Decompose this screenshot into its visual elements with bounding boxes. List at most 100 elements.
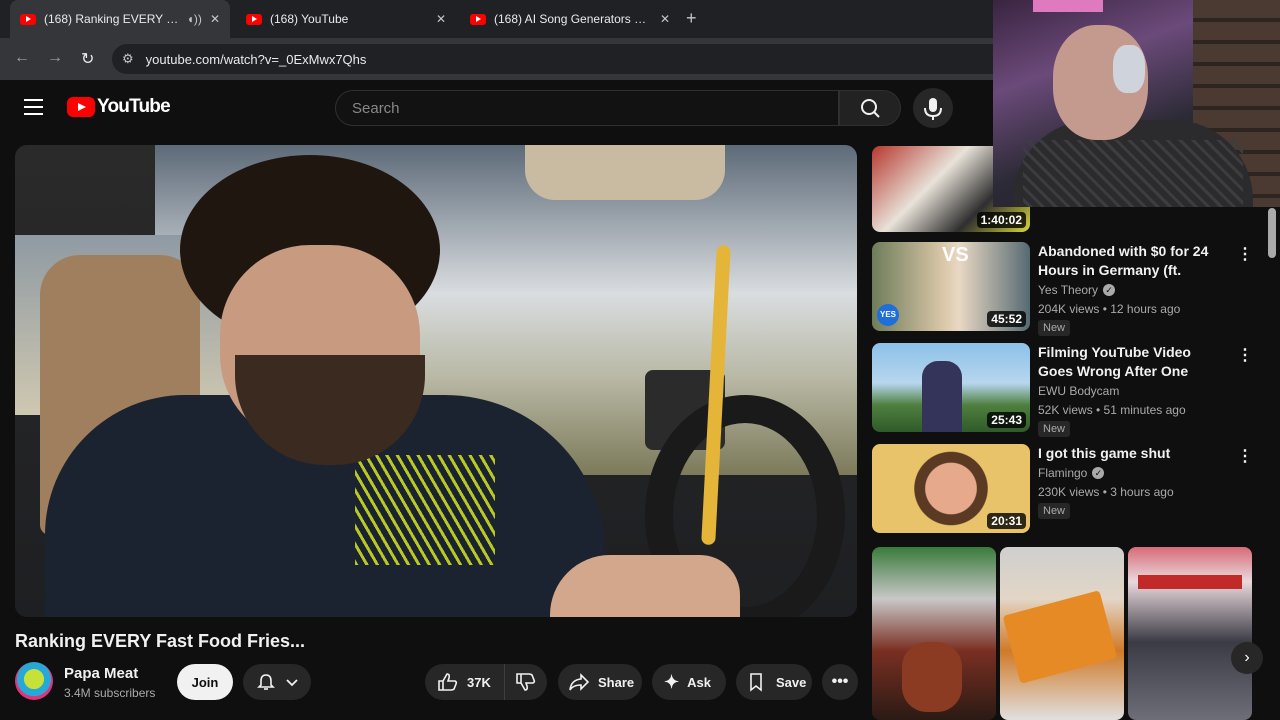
shorts-next-button[interactable]: › bbox=[1231, 642, 1263, 674]
webcam-overlay bbox=[993, 0, 1280, 207]
short-thumbnail[interactable] bbox=[1128, 547, 1252, 720]
back-button[interactable]: ← bbox=[14, 49, 30, 67]
video-title: Ranking EVERY Fast Food Fries... bbox=[15, 631, 306, 651]
url-text: youtube.com/watch?v=_0ExMwx7Qhs bbox=[145, 51, 367, 67]
tab-close-icon[interactable]: ✕ bbox=[210, 12, 220, 26]
sidebar-video-item[interactable]: VS YES 45:52 Abandoned with $0 for 24 Ho… bbox=[872, 242, 1262, 336]
sidebar-video-meta: 204K views • 12 hours ago bbox=[1038, 302, 1181, 316]
more-vertical-icon[interactable]: ⋮ bbox=[1237, 244, 1253, 264]
new-badge: New bbox=[1038, 320, 1071, 336]
tab-title: (168) AI Song Generators Make bbox=[494, 12, 652, 26]
youtube-logo[interactable]: YouTube bbox=[67, 96, 171, 118]
logo-text: YouTube bbox=[97, 96, 171, 117]
thumbnail-vs-text: VS bbox=[942, 244, 969, 266]
site-info-icon[interactable]: ⚙ bbox=[122, 51, 134, 67]
browser-tab-active[interactable]: (168) Ranking EVERY Fast Fo ◖)) ✕ bbox=[10, 0, 230, 38]
bell-icon bbox=[256, 674, 275, 690]
new-tab-button[interactable]: + bbox=[686, 8, 697, 29]
voice-search-button[interactable] bbox=[913, 88, 953, 128]
channel-name: EWU Bodycam bbox=[1038, 384, 1120, 398]
sidebar-video-title[interactable]: Abandoned with $0 for 24 Hours in German… bbox=[1038, 242, 1218, 280]
video-player[interactable] bbox=[15, 145, 857, 617]
more-horizontal-icon: ••• bbox=[831, 673, 849, 690]
tab-close-icon[interactable]: ✕ bbox=[660, 12, 670, 26]
forward-button[interactable]: → bbox=[47, 49, 63, 67]
ask-button[interactable]: ✦ Ask bbox=[652, 664, 726, 700]
share-icon bbox=[569, 673, 590, 691]
sidebar-video-meta: 230K views • 3 hours ago bbox=[1038, 485, 1174, 499]
sidebar-video-item[interactable]: 20:31 I got this game shut down... Flami… bbox=[872, 444, 1262, 534]
video-thumbnail[interactable]: 20:31 bbox=[872, 444, 1030, 533]
youtube-play-logo-icon bbox=[67, 97, 95, 117]
browser-tab[interactable]: (168) AI Song Generators Make ✕ bbox=[460, 4, 680, 34]
join-button[interactable]: Join bbox=[177, 664, 233, 700]
sidebar-video-channel[interactable]: Yes Theory ✓ bbox=[1038, 283, 1116, 297]
reload-button[interactable]: ↻ bbox=[81, 49, 94, 69]
video-frame-visor bbox=[525, 145, 725, 200]
sparkle-icon: ✦ bbox=[664, 671, 680, 692]
youtube-favicon-icon bbox=[470, 13, 486, 25]
speaker-icon[interactable]: ◖)) bbox=[187, 12, 202, 26]
duration-badge: 20:31 bbox=[987, 513, 1026, 529]
sidebar-video-title[interactable]: Filming YouTube Video Goes Wrong After O… bbox=[1038, 343, 1218, 381]
sidebar-video-title[interactable]: I got this game shut down... bbox=[1038, 444, 1218, 464]
youtube-favicon-icon bbox=[246, 13, 262, 25]
search-placeholder: Search bbox=[352, 99, 400, 117]
short-thumbnail[interactable] bbox=[872, 547, 996, 720]
like-dislike-group: 37K bbox=[425, 664, 547, 700]
chevron-down-icon bbox=[285, 679, 298, 687]
webcam-shirt-pattern bbox=[1023, 140, 1243, 207]
tab-title: (168) YouTube bbox=[270, 12, 349, 26]
headset-icon bbox=[1113, 45, 1145, 93]
video-thumbnail[interactable]: 25:43 bbox=[872, 343, 1030, 432]
short-thumbnail[interactable] bbox=[1000, 547, 1124, 720]
search-button[interactable] bbox=[839, 90, 901, 126]
video-frame-shirt-graphic bbox=[355, 455, 495, 565]
channel-name[interactable]: Papa Meat bbox=[64, 665, 138, 682]
microphone-icon bbox=[924, 98, 942, 120]
chevron-right-icon: › bbox=[1244, 649, 1250, 666]
thumbnail-person bbox=[922, 361, 962, 432]
tab-close-icon[interactable]: ✕ bbox=[436, 12, 446, 26]
duration-badge: 25:43 bbox=[987, 412, 1026, 428]
more-actions-button[interactable]: ••• bbox=[822, 664, 858, 700]
duration-badge: 1:40:02 bbox=[976, 212, 1026, 228]
search-input[interactable]: Search bbox=[335, 90, 839, 126]
tab-title: (168) Ranking EVERY Fast Fo bbox=[44, 12, 179, 26]
dislike-button[interactable] bbox=[505, 672, 547, 692]
sidebar-video-meta: 52K views • 51 minutes ago bbox=[1038, 403, 1186, 417]
sidebar-video-channel[interactable]: EWU Bodycam bbox=[1038, 384, 1119, 398]
new-badge: New bbox=[1038, 503, 1071, 519]
notification-bell-button[interactable] bbox=[243, 664, 311, 700]
channel-name: Yes Theory bbox=[1038, 283, 1099, 297]
video-thumbnail[interactable]: VS YES 45:52 bbox=[872, 242, 1030, 331]
bookmark-icon bbox=[750, 673, 762, 692]
thumbs-down-icon bbox=[516, 673, 536, 691]
new-badge: New bbox=[1038, 421, 1071, 437]
sidebar-video-channel[interactable]: Flamingo ✓ bbox=[1038, 466, 1105, 480]
browser-tab[interactable]: (168) YouTube ✕ bbox=[236, 4, 456, 34]
short-thumbnail-store-sign bbox=[1138, 575, 1242, 589]
channel-watermark-logo: YES bbox=[877, 304, 899, 326]
share-button[interactable]: Share bbox=[558, 664, 642, 700]
like-count: 37K bbox=[467, 674, 491, 690]
menu-icon[interactable] bbox=[24, 99, 43, 115]
save-label: Save bbox=[776, 674, 807, 690]
page-scrollbar[interactable] bbox=[1268, 208, 1276, 258]
verified-check-icon: ✓ bbox=[1103, 284, 1116, 296]
save-button[interactable]: Save bbox=[736, 664, 812, 700]
webcam-light-strip bbox=[1033, 0, 1103, 12]
youtube-favicon-icon bbox=[20, 13, 36, 25]
short-thumbnail-hotdog bbox=[902, 642, 962, 712]
search-icon bbox=[861, 99, 880, 118]
channel-name: Flamingo bbox=[1038, 466, 1088, 480]
ask-label: Ask bbox=[687, 674, 711, 690]
channel-avatar[interactable] bbox=[15, 662, 53, 700]
subscriber-count: 3.4M subscribers bbox=[64, 686, 156, 700]
share-label: Share bbox=[598, 674, 635, 690]
more-vertical-icon[interactable]: ⋮ bbox=[1237, 345, 1253, 365]
duration-badge: 45:52 bbox=[987, 311, 1026, 327]
sidebar-video-item[interactable]: 25:43 Filming YouTube Video Goes Wrong A… bbox=[872, 343, 1262, 437]
more-vertical-icon[interactable]: ⋮ bbox=[1237, 446, 1253, 466]
like-button[interactable]: 37K bbox=[425, 664, 505, 700]
